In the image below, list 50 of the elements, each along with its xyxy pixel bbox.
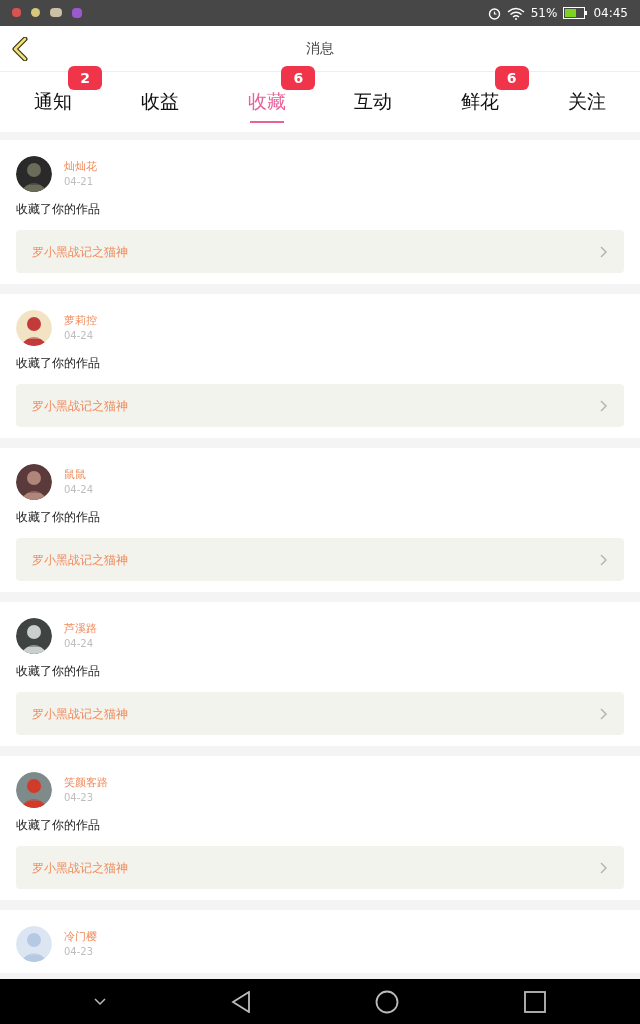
battery-percent: 51%: [530, 5, 558, 22]
user-name: 芦溪路: [64, 621, 97, 637]
wifi-icon: [506, 6, 525, 20]
chevron-right-icon: [600, 861, 608, 874]
chevron-right-icon: [600, 707, 608, 720]
alarm-icon: [487, 6, 501, 20]
message-date: 04-23: [64, 791, 95, 805]
app-icon: [12, 8, 21, 17]
tab[interactable]: 收益: [106, 72, 214, 132]
count-badge: 2: [68, 66, 102, 90]
user-name: 灿灿花: [64, 159, 97, 175]
page-title: 消息: [306, 39, 334, 58]
user-name: 笑颜客路: [64, 775, 108, 791]
user-name: 冷门樱: [64, 929, 97, 945]
message-date: 04-23: [64, 945, 95, 959]
chevron-right-icon: [600, 245, 608, 258]
message-card[interactable]: 笑颜客路 04-23 收藏了你的作品 罗小黑战记之猫神: [0, 756, 640, 900]
chevron-right-icon: [600, 553, 608, 566]
message-card[interactable]: 萝莉控 04-24 收藏了你的作品 罗小黑战记之猫神: [0, 294, 640, 438]
tab[interactable]: 关注: [533, 72, 640, 132]
message-card[interactable]: 鼠鼠 04-24 收藏了你的作品 罗小黑战记之猫神: [0, 448, 640, 592]
app-icon: [50, 8, 62, 17]
message-text: 收藏了你的作品: [16, 355, 101, 372]
recents-icon[interactable]: [523, 990, 546, 1013]
message-text: 收藏了你的作品: [16, 509, 101, 526]
message-card[interactable]: 芦溪路 04-24 收藏了你的作品 罗小黑战记之猫神: [0, 602, 640, 746]
message-text: 收藏了你的作品: [16, 817, 101, 834]
message-date: 04-24: [64, 329, 95, 343]
count-badge: 6: [281, 66, 316, 90]
home-icon[interactable]: [375, 989, 400, 1014]
count-badge: 6: [494, 66, 529, 90]
message-text: 收藏了你的作品: [16, 663, 101, 680]
message-card[interactable]: 灿灿花 04-21 收藏了你的作品 罗小黑战记之猫神: [0, 140, 640, 284]
user-name: 鼠鼠: [64, 467, 87, 483]
message-date: 04-24: [64, 483, 94, 497]
battery-icon: [563, 7, 588, 19]
back-icon: [12, 36, 28, 61]
chevron-down-icon[interactable]: [94, 997, 107, 1006]
app-icon: [31, 8, 40, 17]
back-nav-icon[interactable]: [230, 990, 251, 1013]
message-date: 04-24: [64, 637, 95, 651]
message-date: 04-21: [64, 175, 95, 189]
clock: 04:45: [593, 5, 628, 22]
back-button[interactable]: [12, 35, 30, 62]
user-name: 萝莉控: [64, 313, 97, 329]
message-text: 收藏了你的作品: [16, 201, 101, 218]
app-icon: [72, 8, 82, 18]
chevron-right-icon: [600, 399, 608, 412]
tab[interactable]: 互动: [320, 72, 427, 132]
tab-underline: [249, 121, 284, 124]
